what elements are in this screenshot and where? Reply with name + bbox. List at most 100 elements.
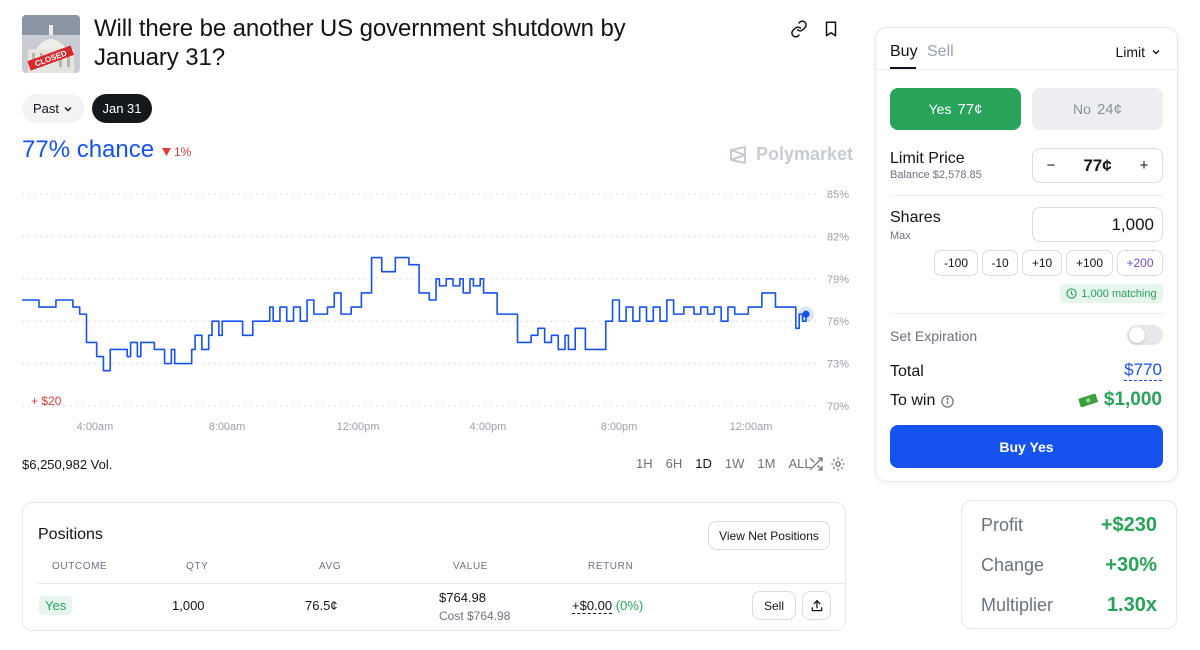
check-circle-icon: [1066, 288, 1078, 299]
column-header-outcome: OUTCOME: [52, 561, 108, 572]
y-tick-label: 82%: [827, 231, 849, 243]
sell-position-button[interactable]: Sell: [752, 591, 796, 620]
current-point: [802, 310, 810, 318]
chevron-down-icon: [1152, 50, 1160, 55]
position-return: +$0.00 (0%): [572, 598, 644, 614]
quick-minus-100-button[interactable]: -100: [934, 250, 978, 276]
range-1h[interactable]: 1H: [636, 456, 653, 471]
chevron-down-icon: [64, 106, 72, 111]
trade-panel: Buy Sell Limit Yes 77¢ No 24¢ Limit Pric…: [875, 27, 1178, 482]
profit-label: Profit: [981, 515, 1024, 535]
quick-plus-200-button[interactable]: +200: [1117, 250, 1163, 276]
link-icon[interactable]: [790, 20, 810, 40]
to-win-label: To win: [890, 392, 936, 409]
total-value: $770: [1124, 360, 1162, 381]
order-type-dropdown[interactable]: Limit: [1115, 44, 1161, 60]
x-tick-label: 8:00pm: [601, 421, 638, 433]
profit-value: +$230: [1100, 514, 1157, 536]
matching-badge: 1,000 matching: [1060, 284, 1163, 303]
positions-title: Positions: [38, 526, 103, 543]
column-header-return: RETURN: [588, 561, 634, 572]
quick-minus-10-button[interactable]: -10: [982, 250, 1018, 276]
chart-annotation: + $20: [31, 394, 62, 408]
multiplier-value: 1.30x: [1106, 594, 1157, 616]
shares-max-link[interactable]: Max: [890, 230, 911, 242]
shares-label: Shares: [890, 209, 941, 226]
limit-price-stepper: − 77¢ +: [1032, 148, 1163, 183]
range-1m[interactable]: 1M: [757, 456, 775, 471]
range-1d[interactable]: 1D: [695, 456, 712, 471]
brand-name: Polymarket: [756, 144, 854, 164]
set-expiration-label: Set Expiration: [890, 328, 978, 344]
to-win-row: To win: [890, 392, 955, 410]
tab-sell[interactable]: Sell: [927, 43, 954, 61]
balance-text: Balance $2,578.85: [890, 169, 982, 181]
outcome-yes-price: 77¢: [957, 100, 983, 118]
share-upload-icon: [811, 599, 822, 611]
quick-plus-10-button[interactable]: +10: [1022, 250, 1062, 276]
multiplier-label: Multiplier: [981, 595, 1054, 615]
column-header-avg: AVG: [319, 561, 342, 572]
outcome-no-button[interactable]: No 24¢: [1032, 88, 1163, 130]
range-1w[interactable]: 1W: [725, 456, 745, 471]
x-tick-label: 12:00am: [730, 421, 773, 433]
view-net-positions-button[interactable]: View Net Positions: [708, 521, 830, 550]
chance-change: 1%: [162, 145, 191, 159]
bookmark-icon[interactable]: [822, 20, 842, 40]
y-tick-label: 73%: [827, 359, 849, 371]
money-icon: [1078, 393, 1098, 407]
x-tick-label: 8:00am: [209, 421, 246, 433]
outcome-no-label: No: [1073, 101, 1091, 117]
tab-buy[interactable]: Buy: [890, 43, 918, 61]
to-win-value: $1,000: [1103, 389, 1162, 410]
share-position-button[interactable]: [802, 591, 831, 620]
outcome-no-price: 24¢: [1096, 100, 1122, 118]
volume-text: $6,250,982 Vol.: [22, 457, 113, 472]
column-header-qty: QTY: [186, 561, 209, 572]
panel-divider: [890, 195, 1163, 196]
info-icon[interactable]: [941, 394, 955, 408]
limit-price-value[interactable]: 77¢: [1083, 156, 1111, 176]
triangle-down-icon: [162, 148, 171, 156]
position-return-amount: +$0.00: [572, 598, 613, 614]
price-chart: 85% 82% 79% 76% 73% 70% 4:00am 8:00am 12:00pm 4:0…: [0, 180, 860, 445]
brand-watermark: Polymarket: [728, 144, 853, 165]
outcome-yes-button[interactable]: Yes 77¢: [890, 88, 1021, 130]
positions-card: Positions View Net Positions OUTCOME QTY…: [22, 502, 846, 631]
y-tick-label: 76%: [827, 316, 849, 328]
table-divider: [38, 583, 845, 584]
date-chip-jan-31[interactable]: Jan 31: [92, 94, 152, 123]
matching-text: 1,000 matching: [1081, 287, 1157, 300]
time-range-selector: 1H 6H 1D 1W 1M ALL: [636, 456, 812, 471]
order-type-label: Limit: [1115, 44, 1145, 60]
past-filter[interactable]: Past: [22, 94, 84, 123]
outcome-yes-label: Yes: [928, 101, 952, 117]
chance-text: 77% chance: [22, 136, 155, 163]
position-qty: 1,000: [172, 598, 205, 613]
position-return-pct: (0%): [615, 598, 644, 613]
shares-input[interactable]: [1032, 207, 1163, 242]
x-tick-label: 4:00am: [77, 421, 114, 433]
position-value: $764.98: [439, 590, 486, 605]
polymarket-logo-icon: [730, 145, 746, 164]
summary-card: Profit +$230 Change +30% Multiplier 1.30…: [961, 500, 1177, 629]
position-cost: Cost $764.98: [439, 609, 511, 623]
change-value: +30%: [1105, 554, 1157, 576]
column-header-value: VALUE: [453, 561, 489, 572]
range-6h[interactable]: 6H: [666, 456, 683, 471]
buy-yes-button[interactable]: Buy Yes: [890, 425, 1163, 468]
expiration-toggle[interactable]: [1127, 325, 1163, 345]
quick-plus-100-button[interactable]: +100: [1066, 250, 1113, 276]
decrement-button[interactable]: −: [1043, 157, 1059, 174]
price-chart-svg: 85% 82% 79% 76% 73% 70% 4:00am 8:00am 12:00pm 4:0…: [22, 189, 849, 433]
y-tick-label: 85%: [827, 189, 849, 201]
position-outcome-badge: Yes: [39, 596, 73, 615]
settings-gear-icon[interactable]: [830, 456, 846, 472]
y-tick-label: 70%: [827, 401, 849, 413]
increment-button[interactable]: +: [1136, 157, 1152, 174]
chance-change-value: 1%: [174, 145, 192, 159]
market-thumbnail: CLOSED: [22, 15, 80, 73]
change-label: Change: [981, 555, 1045, 575]
to-win-value-row: $1,000: [1078, 389, 1162, 411]
shuffle-icon[interactable]: [808, 456, 824, 472]
